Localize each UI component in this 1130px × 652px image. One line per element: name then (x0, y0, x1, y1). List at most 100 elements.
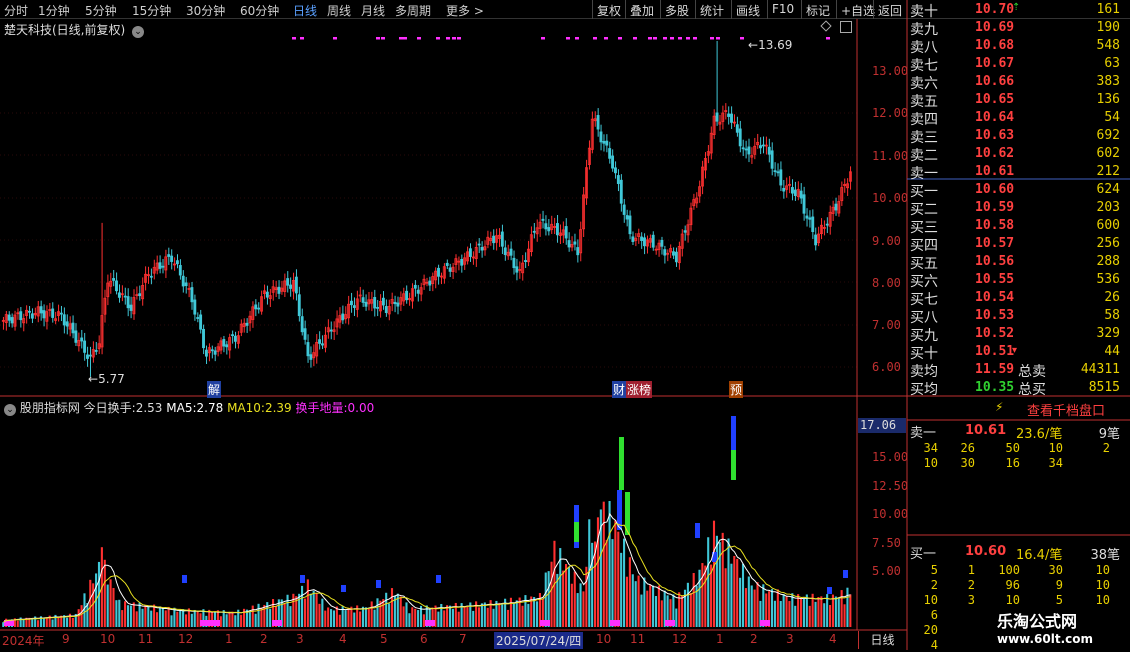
turnover-bar (257, 603, 260, 627)
event-tag-jie[interactable]: 解 (207, 381, 222, 398)
bid-level-volume: 203 (1096, 200, 1120, 215)
indicator-max-tag: 17.06 (858, 418, 906, 433)
turnover-bar (564, 564, 568, 627)
turnover-bar (611, 539, 614, 627)
turnover-bar (408, 613, 411, 627)
turnover-bar (480, 603, 483, 627)
turnover-bar (382, 599, 385, 627)
bid-level-volume: 44 (1104, 344, 1120, 359)
signal-dot (604, 37, 608, 40)
event-tag-zhangbang[interactable]: 涨榜 (626, 381, 653, 398)
date-label: 11 (138, 632, 154, 646)
watermark-name: 乐淘公式网 (997, 612, 1078, 631)
turnover-bar (837, 597, 840, 627)
candle-body (564, 226, 568, 239)
turnover-bar (712, 520, 716, 627)
queue-order: 16 (1005, 456, 1020, 470)
indicator-tick: 12.50 (872, 479, 909, 493)
turnover-bar (77, 609, 80, 627)
date-label: 3 (296, 632, 304, 646)
candle-body (480, 246, 484, 251)
signal-dot (826, 37, 830, 40)
turnover-bar (802, 598, 805, 627)
turnover-bar (373, 609, 376, 627)
turnover-bar (385, 592, 388, 627)
date-label: 2 (750, 632, 758, 646)
ask-level-label: 卖八 (910, 40, 938, 56)
ask-level-price: 10.65 (975, 92, 1015, 107)
queue-buy1-price: 10.60 (965, 544, 1007, 559)
turnover-bar (625, 576, 629, 627)
turnover-bar (103, 559, 106, 627)
turnover-bar (466, 606, 469, 627)
queue-order: 1 (967, 563, 975, 577)
turnover-bar (585, 566, 588, 627)
candle-body (532, 230, 536, 233)
candle-body (222, 339, 226, 347)
turnover-bar (797, 594, 800, 627)
turnover-bar (179, 610, 182, 627)
turnover-bar (602, 501, 605, 627)
turnover-bar (359, 611, 362, 627)
candle-body (622, 204, 626, 215)
queue-sell1-price: 10.61 (965, 423, 1007, 438)
turnover-bar (126, 605, 130, 627)
turnover-bar (2, 622, 5, 627)
low-turnover-mark (540, 620, 550, 626)
date-label: 11 (630, 632, 646, 646)
queue-buy1-label: 买一 (910, 547, 937, 562)
turnover-bar (376, 598, 379, 627)
indicator-chevron-icon[interactable]: ⌄ (4, 404, 16, 416)
turnover-bar (112, 587, 115, 627)
turnover-bar (367, 608, 370, 627)
date-label: 12 (672, 632, 688, 646)
indicator-name[interactable]: 股朋指标网 (20, 401, 80, 415)
signal-dot (566, 37, 570, 40)
turnover-bar (486, 607, 489, 627)
candle-body (193, 299, 197, 315)
turnover-bar (605, 539, 608, 627)
avg-buy-label: 买均 (910, 382, 938, 398)
turnover-bar (405, 602, 408, 627)
candle-body (727, 113, 731, 117)
candle-body (376, 306, 380, 309)
turnover-bar (756, 582, 759, 627)
candle-body (767, 146, 771, 155)
turnover-bar (196, 610, 199, 627)
candle-body (7, 314, 11, 321)
event-tag-yu[interactable]: 预 (729, 381, 744, 398)
total-sell-label: 总卖 (1018, 364, 1046, 380)
candle-body (611, 155, 615, 169)
candle-body (361, 297, 365, 303)
price-tick: 13.00 (872, 64, 909, 78)
candle-body (231, 334, 234, 337)
candle-body (683, 230, 687, 233)
turnover-bar (361, 606, 365, 627)
turnover-bar (704, 565, 707, 627)
turnover-bar (45, 617, 48, 627)
candle-body (289, 284, 293, 289)
view-depth-button[interactable]: 查看千档盘口 (1027, 400, 1105, 419)
ask-level-label: 卖九 (910, 22, 938, 38)
turnover-bar (66, 617, 69, 627)
turnover-bar (724, 568, 727, 627)
candle-body (161, 265, 165, 268)
candle-body (10, 317, 14, 324)
turnover-bar (805, 594, 808, 627)
turnover-bar (472, 610, 475, 627)
indicator-tick: 15.00 (872, 450, 909, 464)
bid-level-price: 10.58 (975, 218, 1015, 233)
candle-body (619, 179, 623, 204)
signal-block (300, 575, 305, 583)
event-tag-cai[interactable]: 财 (612, 381, 627, 398)
queue-order: 50 (1005, 441, 1020, 455)
candle-body (352, 305, 356, 308)
ask-level-volume: 136 (1096, 92, 1120, 107)
bid-level-label: 买四 (910, 238, 938, 254)
candle-body (759, 145, 762, 149)
candle-body (62, 314, 66, 326)
period-select-button[interactable]: 日线 (858, 631, 906, 649)
turnover-bar (498, 602, 501, 627)
date-label: 10 (596, 632, 612, 646)
turnover-bar (637, 575, 640, 627)
